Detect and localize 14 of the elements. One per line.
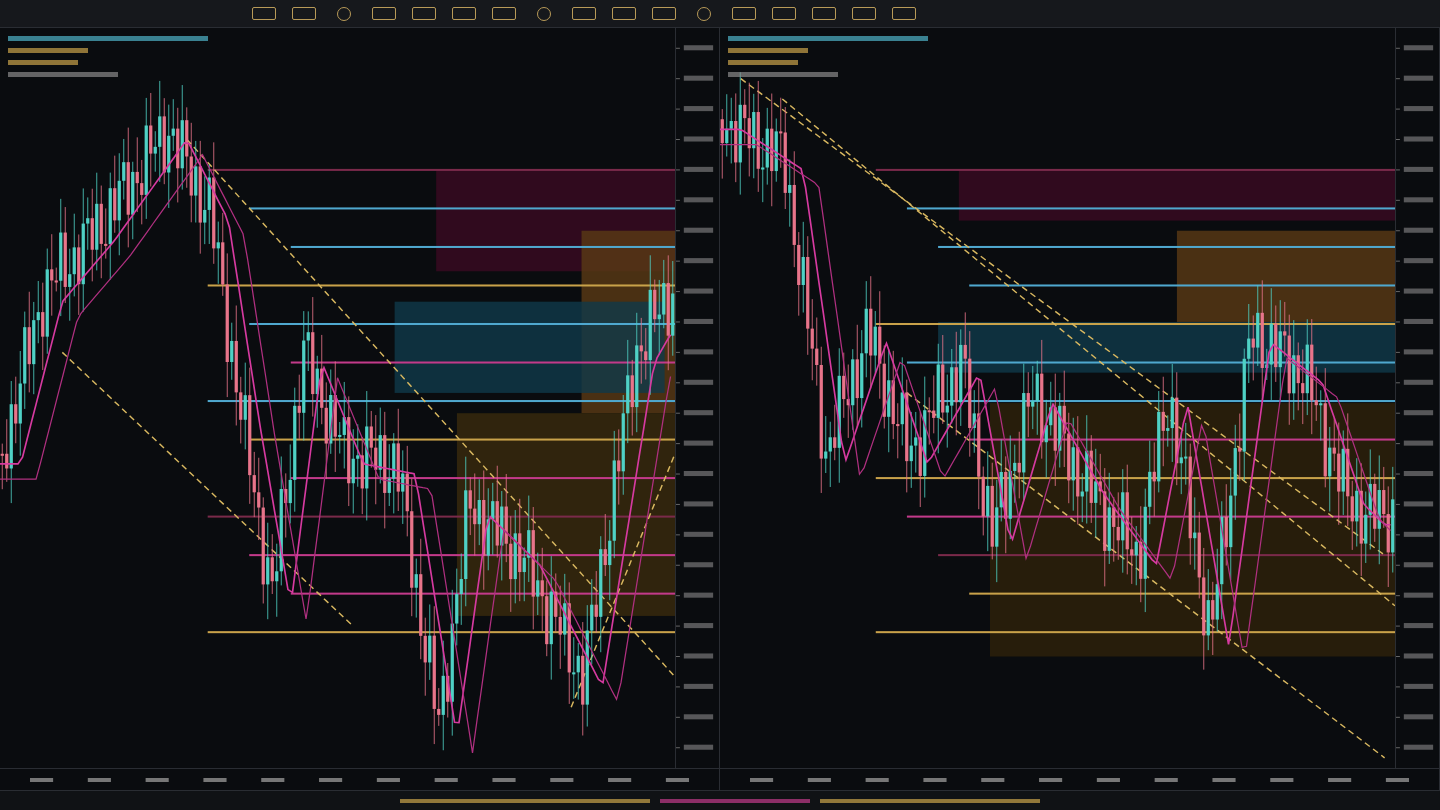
toolbar-icon[interactable] [410, 4, 438, 23]
toolbar-icon[interactable] [570, 4, 598, 23]
toolbar-icon[interactable] [490, 4, 518, 23]
toolbar-icon[interactable] [770, 4, 798, 23]
toolbar-icon[interactable] [650, 4, 678, 23]
toolbar-icon[interactable] [610, 4, 638, 23]
toolbar-icon[interactable] [290, 4, 318, 23]
toolbar-icon[interactable] [250, 4, 278, 23]
toolbar-icon[interactable] [450, 4, 478, 23]
toolbar-icon[interactable] [850, 4, 878, 23]
toolbar-icon[interactable] [890, 4, 918, 23]
toolbar-icon[interactable] [370, 4, 398, 23]
toolbar-icon[interactable] [810, 4, 838, 23]
toolbar-icon[interactable] [730, 4, 758, 23]
